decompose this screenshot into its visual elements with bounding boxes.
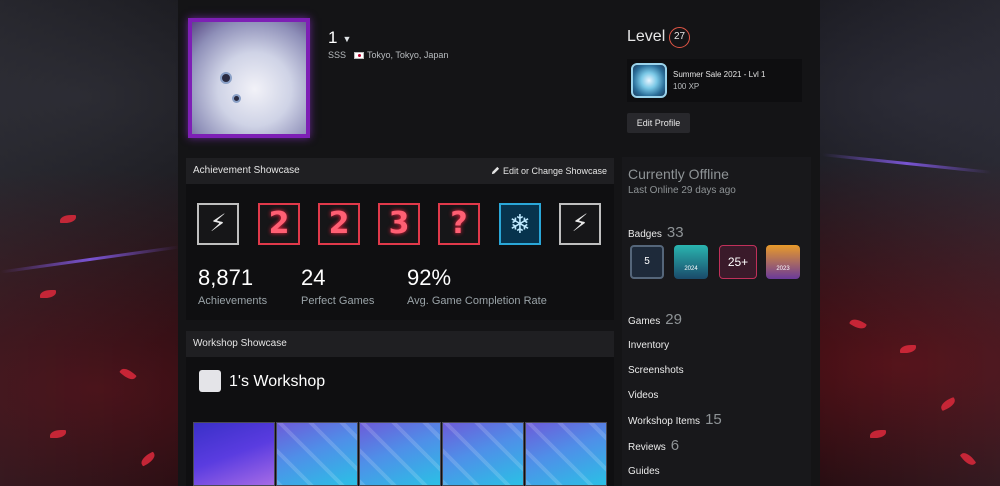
games-link[interactable]: Games 29	[628, 311, 682, 328]
achievement-showcase-header: Achievement Showcase Edit or Change Show…	[186, 158, 614, 184]
lightning-achievement-icon[interactable]: ⚡	[559, 203, 601, 245]
question-achievement-icon[interactable]: ?	[438, 203, 480, 245]
level-badge[interactable]: 27	[669, 27, 690, 48]
badges-label: Badges	[628, 229, 662, 240]
games-count: 29	[665, 311, 682, 328]
perfect-games-count: 24	[301, 265, 326, 290]
badge-25plus-icon[interactable]: 25+	[719, 245, 757, 279]
real-name: SSS	[328, 50, 347, 60]
reviews-count: 6	[670, 437, 680, 454]
reviews-label: Reviews	[628, 442, 666, 453]
inventory-link[interactable]: Inventory	[628, 340, 669, 351]
workshop-item[interactable]	[276, 422, 358, 486]
games-label: Games	[628, 316, 661, 327]
completion-rate-label: Avg. Game Completion Rate	[407, 295, 547, 307]
japan-flag-icon	[354, 52, 365, 60]
avatar-eye	[232, 94, 241, 103]
avatar[interactable]	[188, 18, 310, 138]
videos-link[interactable]: Videos	[628, 390, 658, 401]
number-3-achievement-icon[interactable]: 3	[378, 203, 420, 245]
number-2-achievement-icon[interactable]: 2	[258, 203, 300, 245]
snowflake-achievement-icon[interactable]: ❄	[499, 203, 541, 245]
completion-rate-value: 92%	[407, 265, 452, 290]
workshop-name-link[interactable]: 1's Workshop	[229, 373, 325, 391]
pencil-icon	[491, 166, 500, 175]
last-online: Last Online 29 days ago	[628, 185, 736, 196]
caret-down-icon: ▼	[342, 33, 352, 44]
screenshots-link[interactable]: Screenshots	[628, 365, 684, 376]
badges-link[interactable]: Badges 33	[628, 224, 684, 241]
achievements-count: 8,871	[198, 265, 254, 290]
real-name-location: SSS Tokyo, Tokyo, Japan	[328, 50, 448, 60]
persona-name[interactable]: 1 ▼	[328, 28, 351, 48]
perfect-games-label: Perfect Games	[301, 295, 375, 307]
online-status: Currently Offline	[628, 166, 729, 182]
edit-showcase-label: Edit or Change Showcase	[502, 166, 607, 176]
favorite-badge[interactable]: Summer Sale 2021 - Lvl 1 100 XP	[627, 59, 802, 102]
avatar-eye	[220, 72, 232, 84]
reviews-link[interactable]: Reviews 6	[628, 437, 679, 454]
guides-link[interactable]: Guides	[628, 466, 660, 477]
achievements-label: Achievements	[198, 295, 268, 307]
achievement-showcase-title: Achievement Showcase	[193, 165, 300, 176]
workshop-item[interactable]	[359, 422, 441, 486]
persona-name-text: 1	[328, 28, 338, 47]
workshop-items-label: Workshop Items	[628, 416, 701, 427]
avatar-image	[192, 22, 306, 134]
steam-2024-badge-icon[interactable]: 2024	[674, 245, 708, 279]
location: Tokyo, Tokyo, Japan	[367, 50, 449, 60]
level-label: Level	[627, 28, 666, 45]
badge-5-icon[interactable]: 5	[630, 245, 664, 279]
workshop-avatar[interactable]	[199, 370, 221, 392]
edit-profile-button[interactable]: Edit Profile	[627, 113, 690, 133]
favorite-badge-xp: 100 XP	[673, 82, 700, 91]
workshop-items-count: 15	[705, 411, 722, 428]
badges-count: 33	[666, 224, 684, 241]
favorite-badge-name: Summer Sale 2021 - Lvl 1	[673, 70, 766, 79]
workshop-items-link[interactable]: Workshop Items 15	[628, 411, 722, 428]
workshop-showcase-header: Workshop Showcase	[186, 331, 614, 357]
workshop-item[interactable]	[525, 422, 607, 486]
steam-2023-badge-icon[interactable]: 2023	[766, 245, 800, 279]
workshop-item[interactable]	[193, 422, 275, 486]
lightning-achievement-icon[interactable]: ⚡	[197, 203, 239, 245]
workshop-item[interactable]	[442, 422, 524, 486]
edit-showcase-link[interactable]: Edit or Change Showcase	[491, 158, 607, 184]
number-2-achievement-icon[interactable]: 2	[318, 203, 360, 245]
workshop-showcase-title: Workshop Showcase	[193, 338, 287, 349]
summer-sale-badge-icon	[631, 63, 667, 98]
